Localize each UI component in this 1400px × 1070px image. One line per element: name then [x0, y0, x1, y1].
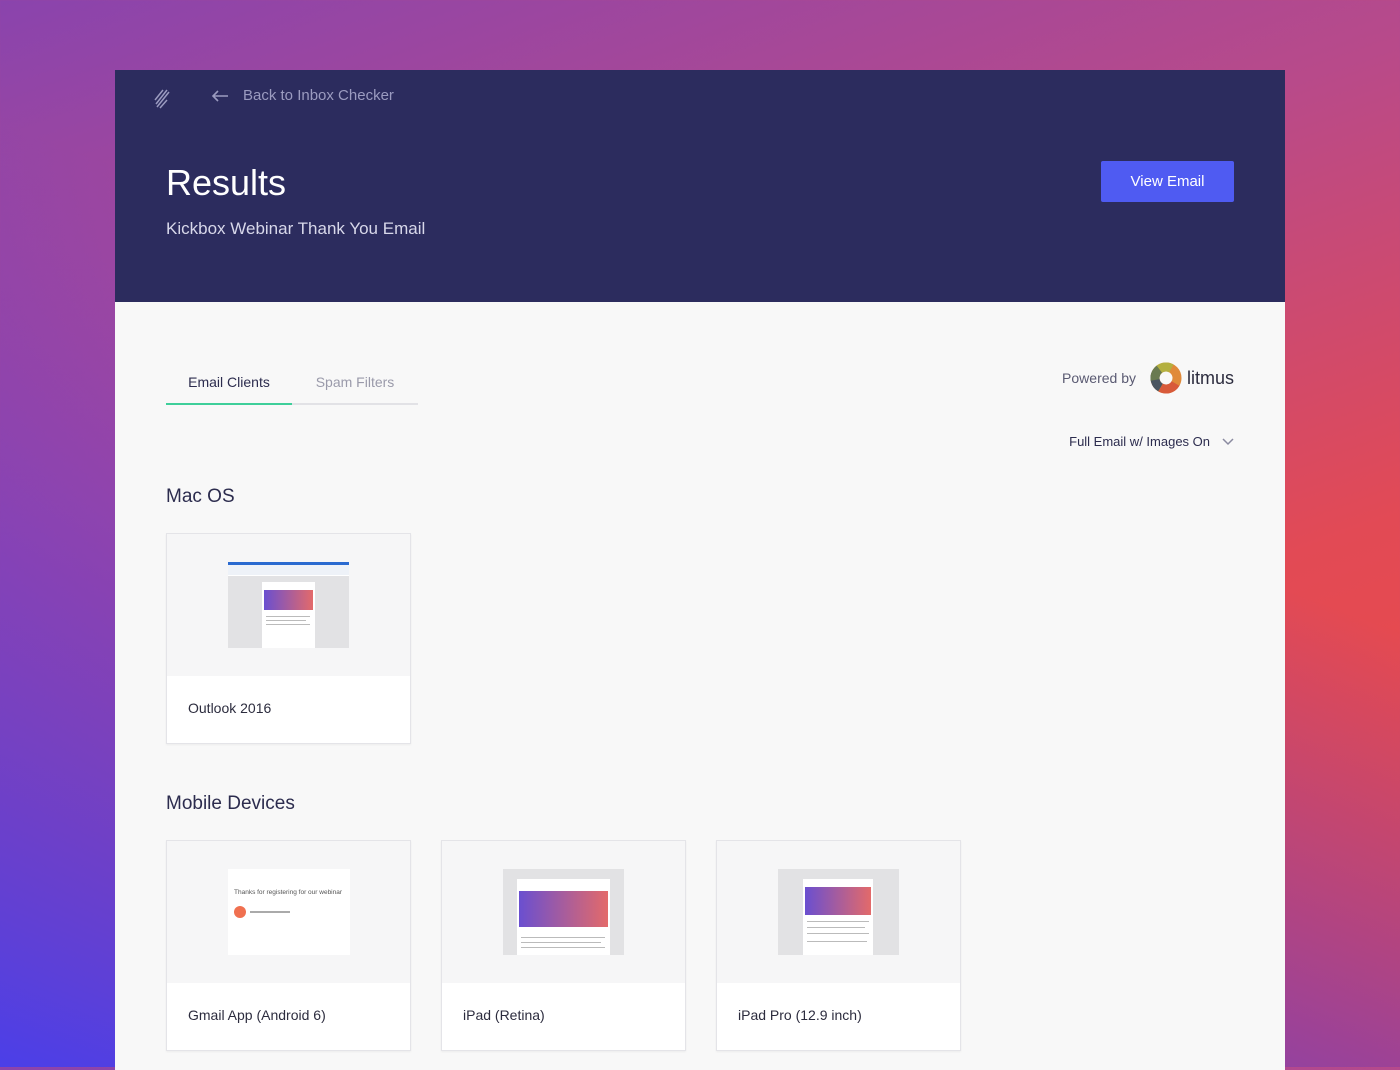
client-name: iPad (Retina): [463, 1007, 545, 1023]
view-mode-value: Full Email w/ Images On: [1069, 434, 1210, 449]
client-screenshot: [442, 841, 685, 983]
litmus-wheel-icon: [1150, 362, 1182, 394]
section-title: Mac OS: [166, 486, 235, 507]
powered-by-label: Powered by: [1062, 370, 1136, 386]
section-title: Mobile Devices: [166, 793, 295, 814]
tabs: Email Clients Spam Filters: [166, 370, 418, 405]
powered-by: Powered by litmus: [1062, 362, 1234, 394]
back-link[interactable]: Back to Inbox Checker: [211, 87, 394, 104]
client-name: Outlook 2016: [188, 700, 272, 716]
client-screenshot: Thanks for registering for our webinar: [167, 841, 410, 983]
back-label: Back to Inbox Checker: [243, 87, 394, 104]
tab-email-clients[interactable]: Email Clients: [166, 370, 292, 405]
client-card[interactable]: iPad (Retina): [441, 840, 686, 1051]
main-panel: Back to Inbox Checker Results Kickbox We…: [115, 70, 1285, 1070]
kickbox-logo-icon[interactable]: [153, 86, 173, 110]
preview-text: Thanks for registering for our webinar: [234, 889, 343, 896]
client-card[interactable]: Outlook 2016: [166, 533, 411, 744]
chevron-down-icon: [1222, 437, 1234, 445]
litmus-brand: litmus: [1186, 367, 1234, 388]
litmus-logo: litmus: [1150, 362, 1234, 394]
client-card[interactable]: Thanks for registering for our webinar G…: [166, 840, 411, 1051]
page-title: Results: [166, 162, 287, 203]
header: Back to Inbox Checker Results Kickbox We…: [115, 70, 1285, 302]
client-name: iPad Pro (12.9 inch): [738, 1007, 862, 1023]
view-email-button[interactable]: View Email: [1101, 161, 1234, 202]
client-screenshot: [167, 534, 410, 676]
client-screenshot: [717, 841, 960, 983]
client-name: Gmail App (Android 6): [188, 1007, 326, 1023]
client-card[interactable]: iPad Pro (12.9 inch): [716, 840, 961, 1051]
arrow-left-icon: [211, 89, 228, 102]
view-mode-dropdown[interactable]: Full Email w/ Images On: [1069, 434, 1234, 449]
page-subtitle: Kickbox Webinar Thank You Email: [166, 219, 426, 238]
tab-spam-filters[interactable]: Spam Filters: [292, 370, 418, 403]
